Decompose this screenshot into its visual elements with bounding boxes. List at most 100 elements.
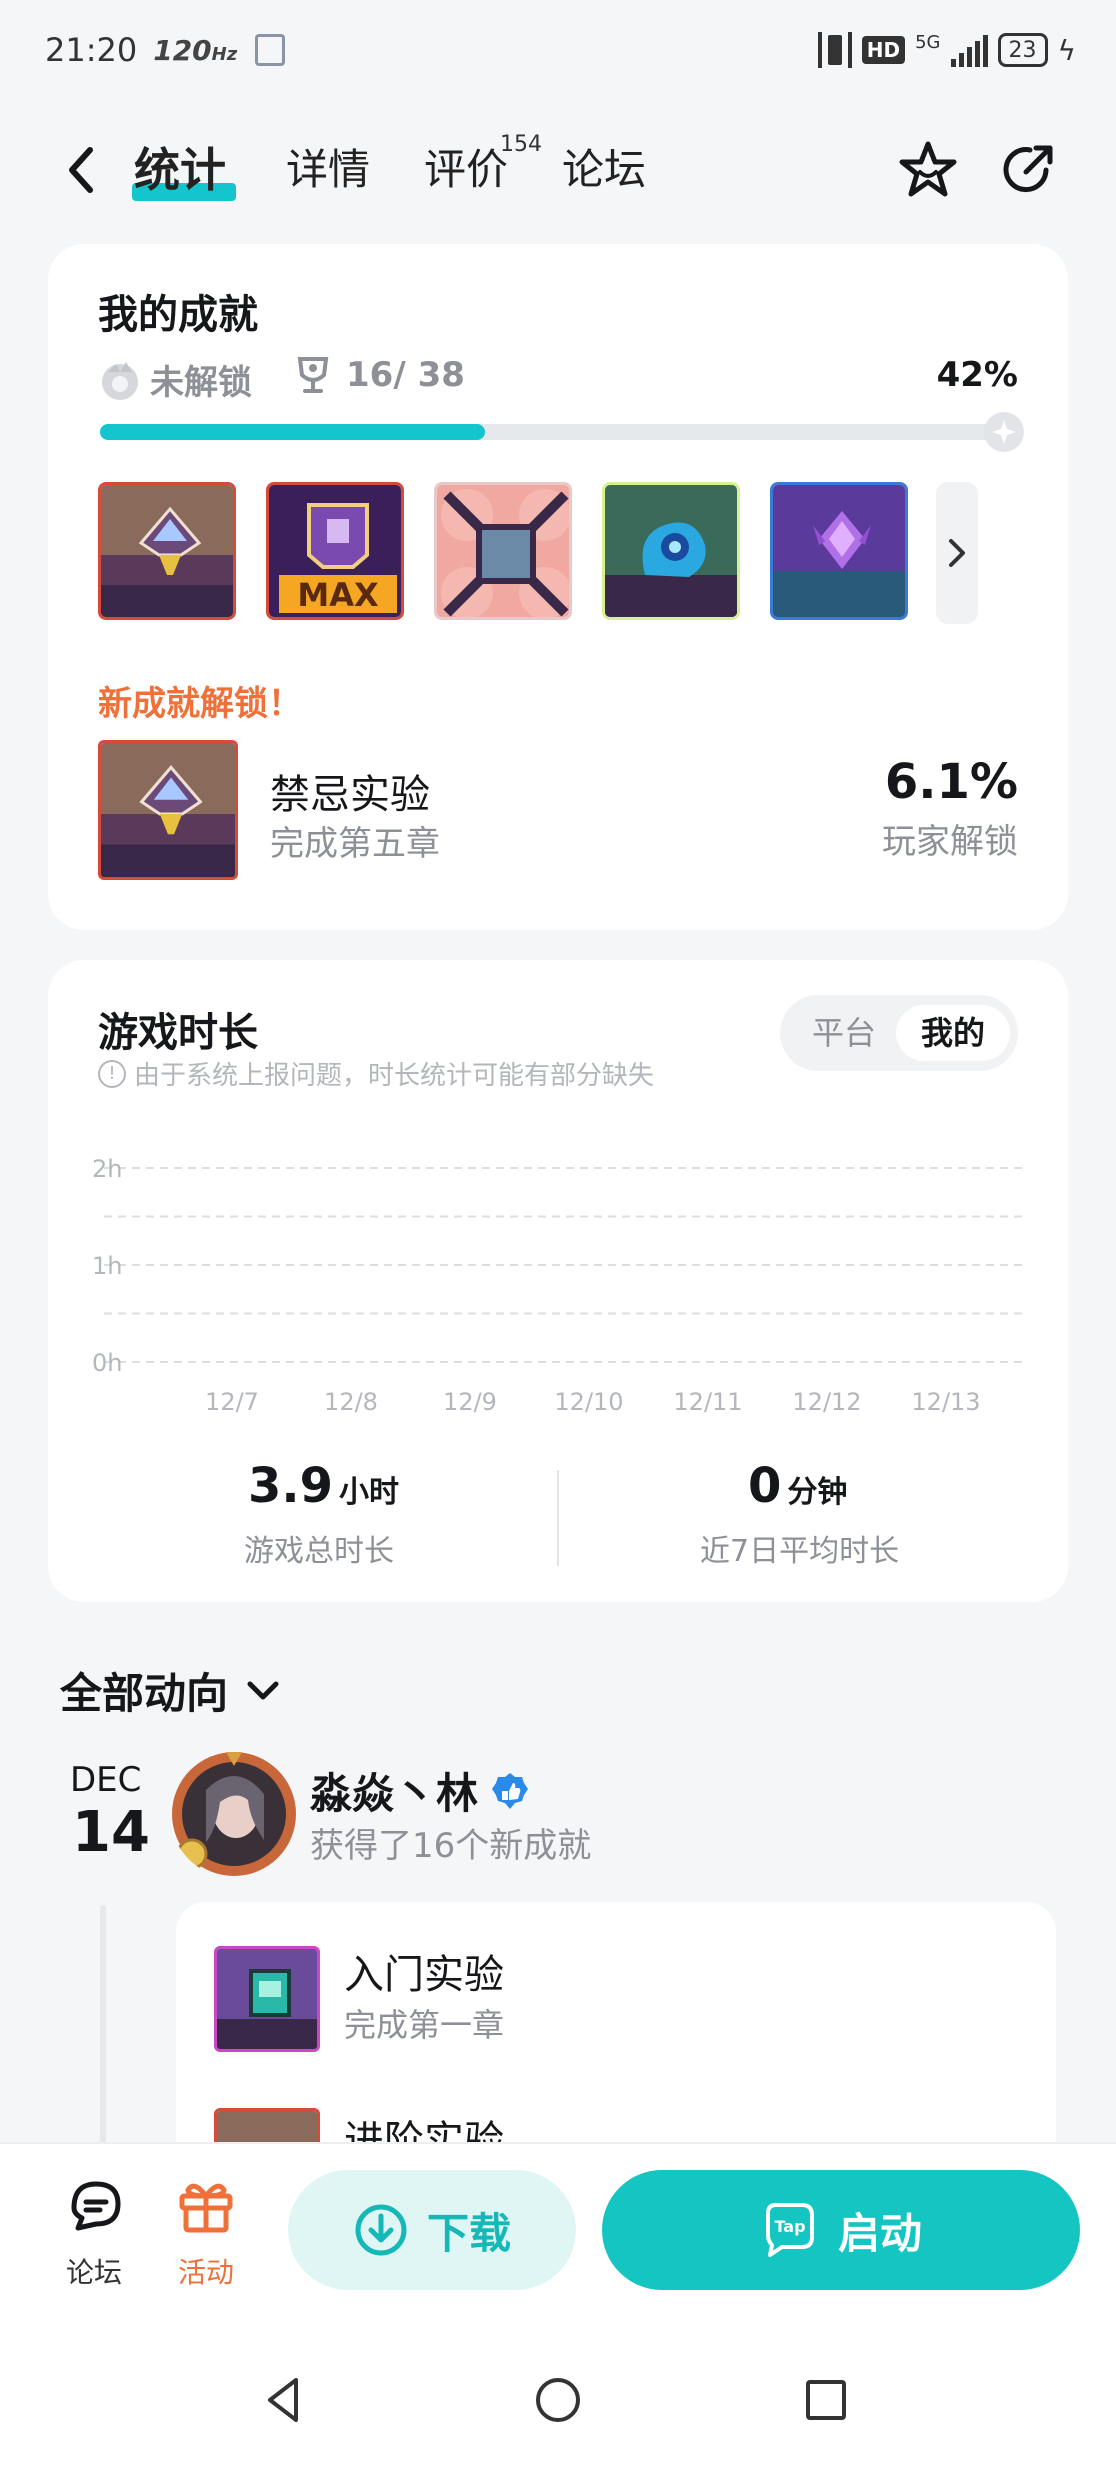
count-text: 16/ 38 [346,355,465,395]
achievements-title: 我的成就 [98,292,258,338]
total-playtime: 3.9 小时 [248,1458,399,1514]
achievement-badge-4[interactable] [602,482,740,620]
chart-x-tick-label: 12/8 [324,1388,378,1416]
battery-icon: 23 [997,33,1048,67]
playtime-title: 游戏时长 [98,1010,258,1056]
charging-icon: ϟ [1057,33,1076,67]
share-icon[interactable] [996,138,1060,202]
vibrate-icon [817,32,852,68]
forum-button[interactable]: 论坛 [54,2174,134,2291]
avatar[interactable] [170,1750,298,1878]
new-achievement-rate: 6.1% [884,754,1018,810]
status-bar: 21:20 120Hz HD 5G 23 ϟ [0,0,1116,100]
achievement-progress [100,412,1024,452]
progress-fill [100,424,485,440]
more-achievements-button[interactable] [936,482,978,624]
signal-icon [950,33,988,67]
verified-icon [492,1772,529,1809]
total-playtime-label: 游戏总时长 [244,1534,394,1569]
new-achievement-name: 禁忌实验 [270,772,430,818]
chart-x-tick-label: 12/13 [911,1388,980,1416]
chart-y-tick-label: 2h [92,1155,122,1183]
new-achievement-desc: 完成第五章 [270,824,440,864]
feed-achievement-desc-1: 完成第一章 [344,2006,505,2044]
download-icon [355,2204,407,2256]
svg-text:MAX: MAX [297,576,379,614]
feed-month: DEC [70,1760,142,1800]
system-nav-bar [0,2322,1116,2480]
toggle-mine[interactable]: 我的 [896,1005,1010,1061]
tab-forum[interactable]: 论坛 [562,140,646,200]
chart-y-tick-label: 1h [92,1252,122,1280]
hd-icon: HD [861,36,906,64]
achievement-badge-5[interactable] [770,482,908,620]
user-action: 获得了16个新成就 [310,1826,592,1866]
timeline-line [100,1905,106,2145]
locked-filter[interactable]: 未解锁 [98,355,252,404]
avg-playtime: 0 分钟 [748,1458,847,1514]
nav-back-icon[interactable] [256,2370,316,2430]
feed-title: 全部动向 [60,1669,229,1718]
gift-icon [179,2183,233,2233]
reviews-count-badge: 154 [500,132,542,157]
activity-button[interactable]: 活动 [166,2174,246,2291]
nav-recents-icon[interactable] [796,2370,856,2430]
launch-label: 启动 [837,2208,922,2258]
taptap-logo-text: Tap [774,2217,805,2236]
feed-filter[interactable]: 全部动向 [60,1660,280,1721]
total-playtime-unit: 小时 [339,1475,400,1510]
new-achievement-label: 新成就解锁！ [98,684,302,724]
new-achievement-rate-label: 玩家解锁 [882,822,1018,862]
sim-icon [255,34,286,66]
feed-achievement-name-1: 入门实验 [344,1952,504,1998]
status-time: 21:20 [45,31,138,69]
user-name: 淼焱丶林 [310,1769,479,1818]
taptap-logo-icon: Tap [765,2203,814,2257]
chart-x-tick-label: 12/12 [792,1388,861,1416]
tab-reviews[interactable]: 评价 [424,140,508,200]
tab-details[interactable]: 详情 [286,140,370,200]
forum-label: 论坛 [65,2256,122,2289]
playtime-chart: 2h 1h 0h 12/7 12/8 12/9 12/10 12/11 12/12 12/13 [92,1155,1022,1416]
chart-x-tick-label: 12/10 [554,1388,623,1416]
playtime-notice: ! 由于系统上报问题，时长统计可能有部分缺失 [98,1055,654,1092]
locked-badge-icon [102,361,138,400]
star-icon[interactable] [896,138,960,202]
download-button[interactable]: 下载 [288,2170,576,2290]
chart-x-tick-label: 12/9 [443,1388,497,1416]
activity-label: 活动 [177,2256,234,2289]
new-achievement-badge[interactable] [98,740,238,880]
chart-y-tick-label: 0h [92,1349,122,1377]
chevron-right-icon [949,539,965,567]
feed-achievement-badge-1 [214,1946,320,2052]
locked-label: 未解锁 [150,363,252,403]
trophy-icon [297,357,329,393]
chevron-down-icon [247,1681,279,1699]
back-icon[interactable] [60,142,104,198]
playtime-toggle: 平台 我的 [780,995,1018,1071]
achievement-badge-1[interactable] [98,482,236,620]
launch-button[interactable]: Tap 启动 [602,2170,1080,2290]
achievement-count: 16/ 38 [296,355,465,395]
total-playtime-value: 3.9 [248,1458,334,1514]
progress-end-icon [984,412,1024,452]
toggle-platform[interactable]: 平台 [794,1005,894,1061]
tab-stats[interactable]: 统计 [134,140,226,200]
chart-x-tick-label: 12/11 [673,1388,742,1416]
forum-icon [71,2181,121,2231]
stat-divider [557,1470,559,1566]
info-icon: ! [98,1059,126,1088]
refresh-rate: 120Hz [153,33,238,67]
notice-text: 由于系统上报问题，时长统计可能有部分缺失 [134,1061,655,1091]
achievement-badge-3[interactable] [434,482,572,620]
achievement-badge-2[interactable]: MAX [266,482,404,620]
user-name-row[interactable]: 淼焱丶林 [310,1760,530,1821]
chart-x-tick-label: 12/7 [205,1388,259,1416]
download-label: 下载 [426,2208,511,2258]
feed-day: 14 [72,1800,150,1865]
avg-playtime-value: 0 [748,1458,782,1514]
avg-playtime-unit: 分钟 [787,1475,848,1510]
nav-home-icon[interactable] [528,2370,588,2430]
bottom-action-bar: 论坛 活动 下载 Tap 启动 [0,2142,1116,2322]
avg-playtime-label: 近7日平均时长 [700,1534,900,1569]
